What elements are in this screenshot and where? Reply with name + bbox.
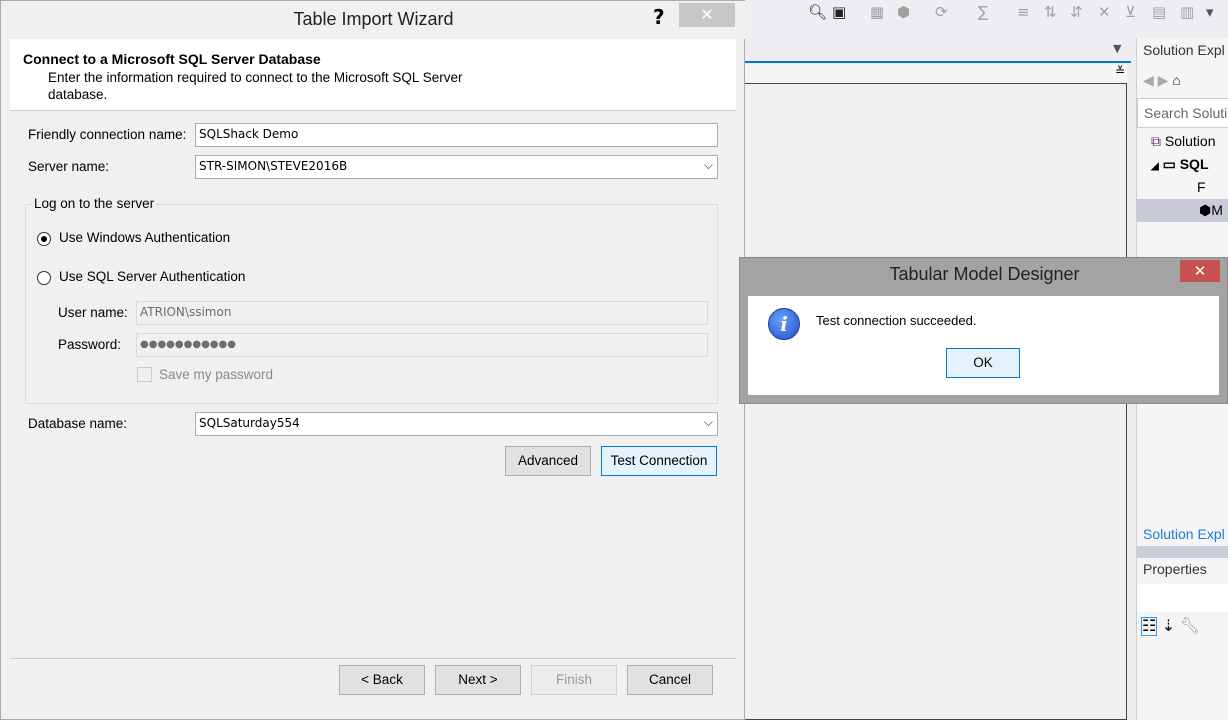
cube-icon[interactable]: ⬢ xyxy=(897,3,910,21)
windows-auth-radio[interactable] xyxy=(37,232,51,246)
sql-auth-label[interactable]: Use SQL Server Authentication xyxy=(59,269,245,284)
database-name-label: Database name: xyxy=(28,416,128,431)
cancel-button[interactable]: Cancel xyxy=(627,665,713,695)
sort-icon[interactable]: ≡ xyxy=(1017,3,1030,21)
next-button[interactable]: Next > xyxy=(435,665,521,695)
ok-button[interactable]: OK xyxy=(946,348,1020,378)
toolbar: 🔍︎ ▣ ▦ ⬢ ⟳ ∑ ≡ ⇅ ⇵ ✕ ⊻ ▤ ▥ ▾ xyxy=(740,0,1228,26)
server-name-label: Server name: xyxy=(28,159,110,174)
categorized-icon[interactable]: ☷ xyxy=(1141,617,1158,636)
properties-toolbar: ☷ ⇣ 🔧︎ xyxy=(1141,616,1200,636)
solution-explorer-tab[interactable]: Solution Expl xyxy=(1143,526,1225,542)
password-input[interactable]: ●●●●●●●●●●● xyxy=(136,333,708,357)
freeze-icon[interactable]: ▤ xyxy=(1152,3,1166,21)
sort-descending-icon[interactable]: ⇵ xyxy=(1070,3,1083,21)
password-label: Password: xyxy=(58,337,122,352)
table-import-wizard: Table Import Wizard ? ✕ Connect to a Mic… xyxy=(0,0,746,720)
property-pages-icon[interactable]: 🔧︎ xyxy=(1180,618,1200,635)
chevron-down-icon[interactable]: ⌵ xyxy=(704,415,713,430)
message-text: Test connection succeeded. xyxy=(816,313,977,328)
clear-sort-icon[interactable]: ✕ xyxy=(1098,3,1111,21)
sum-icon[interactable]: ∑ xyxy=(978,3,988,21)
sql-auth-radio[interactable] xyxy=(37,271,51,285)
message-box-title: Tabular Model Designer xyxy=(889,264,1080,284)
tree-item[interactable]: F xyxy=(1197,179,1206,195)
data-source-icon[interactable]: ▣ xyxy=(832,3,846,21)
formula-bar[interactable]: ≚ xyxy=(744,64,1127,84)
test-connection-button[interactable]: Test Connection xyxy=(601,446,717,476)
message-box-close-button[interactable]: ✕ xyxy=(1180,260,1220,282)
advanced-button[interactable]: Advanced xyxy=(505,446,591,476)
logon-group-label: Log on to the server xyxy=(32,196,157,211)
chevron-down-icon[interactable]: ⌵ xyxy=(704,158,713,173)
model-icon: ⬢ xyxy=(1199,202,1212,218)
solution-icon: ⧉ xyxy=(1151,133,1161,149)
dropdown-icon[interactable]: ▼ xyxy=(1113,42,1121,55)
unfreeze-icon[interactable]: ▥ xyxy=(1180,3,1194,21)
tree-solution[interactable]: ⧉ Solution xyxy=(1151,133,1215,150)
user-name-input[interactable]: ATRION\ssimon xyxy=(136,301,708,325)
project-icon: ▭ xyxy=(1162,156,1176,172)
message-box-body: i Test connection succeeded. OK xyxy=(748,296,1219,395)
page-title: Connect to a Microsoft SQL Server Databa… xyxy=(23,51,321,67)
database-name-combo[interactable]: SQLSaturday554 ⌵ xyxy=(195,412,718,436)
refresh-icon[interactable]: ⟳ xyxy=(935,3,948,21)
clear-filter-icon[interactable]: ⊻ xyxy=(1125,3,1136,21)
expand-icon[interactable]: ≚ xyxy=(1115,64,1125,78)
search-input[interactable]: Search Soluti xyxy=(1137,98,1228,128)
title-bar: Table Import Wizard ? ✕ xyxy=(1,1,746,39)
user-name-label: User name: xyxy=(58,305,128,320)
help-button[interactable]: ? xyxy=(653,5,665,29)
alphabetical-icon[interactable]: ⇣ xyxy=(1162,618,1175,635)
footer-divider xyxy=(10,658,736,659)
overflow-icon[interactable]: ▾ xyxy=(1206,3,1214,21)
close-button[interactable]: ✕ xyxy=(679,3,735,27)
solution-explorer-title: Solution Expl xyxy=(1143,42,1225,58)
finish-button[interactable]: Finish xyxy=(531,665,617,695)
table-icon[interactable]: ▦ xyxy=(870,3,884,21)
page-subtitle-2: database. xyxy=(48,87,108,102)
tab-indicator xyxy=(744,61,1131,63)
expand-arrow-icon: ◢ xyxy=(1151,161,1159,172)
save-password-checkbox[interactable] xyxy=(137,367,152,382)
info-icon: i xyxy=(768,308,800,340)
back-button[interactable]: < Back xyxy=(339,665,425,695)
properties-title: Properties xyxy=(1143,561,1207,577)
window-title: Table Import Wizard xyxy=(293,9,454,29)
friendly-name-input[interactable]: SQLShack Demo xyxy=(195,123,718,147)
message-box: Tabular Model Designer ✕ i Test connecti… xyxy=(739,257,1228,404)
friendly-name-label: Friendly connection name: xyxy=(28,127,187,142)
windows-auth-label[interactable]: Use Windows Authentication xyxy=(59,230,230,245)
page-subtitle: Enter the information required to connec… xyxy=(48,70,463,85)
wizard-header: Connect to a Microsoft SQL Server Databa… xyxy=(10,39,736,111)
tree-item-model[interactable]: ⬢M xyxy=(1199,202,1223,219)
server-name-combo[interactable]: STR-SIMON\STEVE2016B ⌵ xyxy=(195,155,718,179)
find-icon[interactable]: 🔍︎ xyxy=(808,3,827,21)
save-password-label[interactable]: Save my password xyxy=(159,367,273,382)
tree-project[interactable]: ◢ ▭ SQL xyxy=(1151,156,1209,173)
sort-ascending-icon[interactable]: ⇅ xyxy=(1044,3,1057,21)
nav-icons[interactable]: ◀ ▶ ⌂ xyxy=(1143,72,1181,89)
